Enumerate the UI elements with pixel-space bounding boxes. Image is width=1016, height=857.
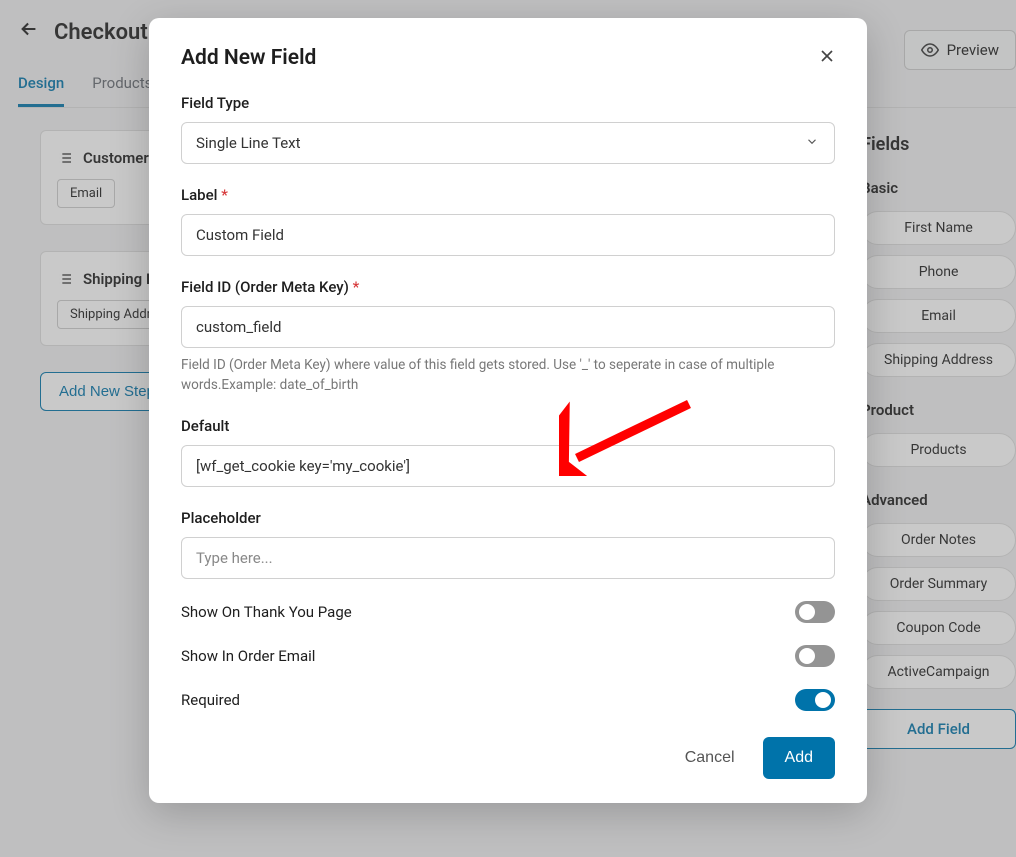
default-label: Default [181, 417, 835, 435]
label-label: Label * [181, 186, 835, 204]
add-button[interactable]: Add [763, 737, 835, 779]
field-id-input[interactable] [181, 306, 835, 348]
field-type-select[interactable]: Single Line Text [181, 122, 835, 164]
field-id-label: Field ID (Order Meta Key) * [181, 278, 835, 296]
required-label: Required [181, 691, 240, 709]
default-input[interactable] [181, 445, 835, 487]
cancel-button[interactable]: Cancel [685, 749, 735, 767]
show-thank-you-label: Show On Thank You Page [181, 603, 352, 621]
field-type-label: Field Type [181, 94, 835, 112]
modal-overlay: Add New Field Field Type Single Line Tex… [0, 0, 1016, 857]
show-thank-you-toggle[interactable] [795, 601, 835, 623]
required-toggle[interactable] [795, 689, 835, 711]
add-field-modal: Add New Field Field Type Single Line Tex… [149, 18, 867, 803]
close-icon[interactable] [817, 46, 837, 70]
placeholder-label: Placeholder [181, 509, 835, 527]
show-email-toggle[interactable] [795, 645, 835, 667]
modal-title: Add New Field [181, 46, 835, 70]
placeholder-input[interactable] [181, 537, 835, 579]
field-id-help: Field ID (Order Meta Key) where value of… [181, 356, 835, 395]
label-input[interactable] [181, 214, 835, 256]
show-email-label: Show In Order Email [181, 647, 315, 665]
